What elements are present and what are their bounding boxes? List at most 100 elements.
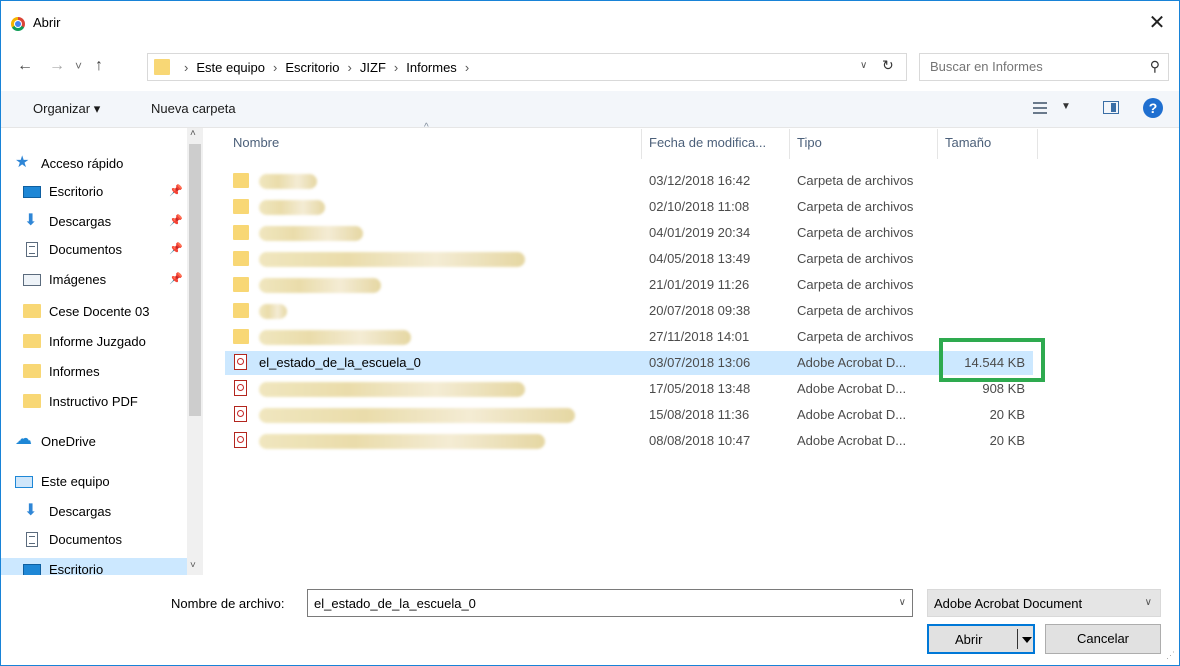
breadcrumb-separator[interactable]: ›	[348, 60, 352, 75]
sidebar-item-escritorio[interactable]: Escritorio	[23, 180, 187, 202]
breadcrumb-separator[interactable]: ›	[465, 60, 469, 75]
folder-icon	[23, 334, 41, 348]
breadcrumb-jizf[interactable]: JIZF	[360, 60, 386, 75]
file-row[interactable]: 15/08/2018 11:36 Adobe Acrobat D... 20 KB	[225, 403, 1033, 427]
sidebar-item-pc-escritorio[interactable]: Escritorio	[1, 558, 187, 575]
redacted-filename	[259, 408, 575, 423]
file-row[interactable]: 27/11/2018 14:01 Carpeta de archivos	[225, 325, 1033, 349]
file-name: el_estado_de_la_escuela_0	[259, 355, 421, 370]
sidebar-item-label: Imágenes	[49, 271, 107, 287]
file-date: 15/08/2018 11:36	[649, 407, 750, 422]
folder-icon	[154, 59, 170, 75]
filename-dropdown-icon[interactable]: ∨	[899, 597, 906, 608]
breadcrumb-separator[interactable]: ›	[184, 60, 188, 75]
sidebar-item-quick-access[interactable]: Acceso rápido	[15, 152, 201, 174]
redacted-filename	[259, 382, 525, 397]
file-row[interactable]: el_estado_de_la_escuela_0 03/07/2018 13:0…	[225, 351, 1033, 375]
search-icon[interactable]: ⚲	[1150, 58, 1160, 75]
filename-value[interactable]: el_estado_de_la_escuela_0	[314, 596, 476, 611]
sidebar-item-cese-docente[interactable]: Cese Docente 03	[23, 300, 187, 322]
sidebar-item-label: Acceso rápido	[41, 155, 124, 171]
column-divider[interactable]	[789, 129, 790, 159]
view-options-icon[interactable]	[1033, 101, 1047, 115]
desktop-icon	[23, 564, 41, 575]
column-header-date[interactable]: Fecha de modifica...	[649, 135, 766, 150]
breadcrumb-informes[interactable]: Informes	[406, 60, 457, 75]
pin-icon: 📌	[169, 243, 183, 255]
sidebar-item-pc-descargas[interactable]: Descargas	[23, 500, 187, 522]
view-dropdown-icon[interactable]: ▼	[1061, 101, 1071, 112]
breadcrumb-separator[interactable]: ›	[394, 60, 398, 75]
filename-input[interactable]: el_estado_de_la_escuela_0 ∨	[307, 589, 913, 617]
column-divider[interactable]	[937, 129, 938, 159]
file-size: 20 KB	[989, 407, 1025, 422]
cancel-button[interactable]: Cancelar	[1045, 624, 1161, 654]
sidebar-item-documentos[interactable]: Documentos	[23, 238, 173, 260]
breadcrumb-separator[interactable]: ›	[273, 60, 277, 75]
sidebar-item-informe-juzgado[interactable]: Informe Juzgado	[23, 330, 187, 352]
address-dropdown-icon[interactable]: ∨	[860, 60, 867, 71]
file-row[interactable]: 17/05/2018 13:48 Adobe Acrobat D... 908 KB	[225, 377, 1033, 401]
preview-pane-icon[interactable]	[1103, 101, 1119, 114]
sidebar-item-label: Informes	[49, 363, 100, 379]
column-header-type[interactable]: Tipo	[797, 135, 822, 150]
navigation-scrollbar[interactable]: ˄ ˅	[187, 128, 203, 575]
open-button-label: Abrir	[955, 632, 983, 647]
breadcrumb-escritorio[interactable]: Escritorio	[285, 60, 339, 75]
sidebar-item-este-equipo[interactable]: Este equipo	[15, 470, 201, 492]
file-row[interactable]: 04/01/2019 20:34 Carpeta de archivos	[225, 221, 1033, 245]
open-file-dialog: Abrir ✕ ← → ˅ ↑ › Este equipo › Escritor…	[0, 0, 1180, 666]
back-button[interactable]: ←	[17, 57, 33, 75]
search-box[interactable]: ⚲	[919, 53, 1169, 81]
sidebar-item-pc-documentos[interactable]: Documentos	[23, 528, 187, 550]
resize-grip-icon[interactable]: ⋰	[1166, 650, 1175, 661]
file-date: 03/12/2018 16:42	[649, 173, 751, 188]
scroll-down-icon[interactable]: ˅	[190, 560, 196, 571]
up-button[interactable]: ↑	[95, 57, 103, 75]
sidebar-item-imagenes[interactable]: Imágenes	[23, 268, 187, 290]
open-button[interactable]: Abrir	[927, 624, 1035, 654]
file-row[interactable]: 04/05/2018 13:49 Carpeta de archivos	[225, 247, 1033, 271]
title-bar: Abrir ✕	[1, 1, 1179, 47]
file-row[interactable]: 08/08/2018 10:47 Adobe Acrobat D... 20 KB	[225, 429, 1033, 453]
organize-menu[interactable]: Organizar ▾	[33, 101, 100, 117]
scroll-up-icon[interactable]: ˄	[190, 128, 196, 139]
sidebar-item-instructivo-pdf[interactable]: Instructivo PDF	[23, 390, 187, 412]
file-type: Carpeta de archivos	[797, 199, 914, 214]
file-row[interactable]: 21/01/2019 11:26 Carpeta de archivos	[225, 273, 1033, 297]
file-type-dropdown-icon[interactable]: ∨	[1145, 597, 1152, 608]
file-row[interactable]: 02/10/2018 11:08 Carpeta de archivos	[225, 195, 1033, 219]
address-bar[interactable]: › Este equipo › Escritorio › JIZF › Info…	[147, 53, 907, 81]
file-type: Adobe Acrobat D...	[797, 407, 907, 422]
help-icon[interactable]: ?	[1143, 98, 1163, 118]
file-size: 20 KB	[989, 433, 1025, 448]
column-header-size[interactable]: Tamaño	[945, 135, 991, 150]
sidebar-item-onedrive[interactable]: OneDrive	[15, 429, 201, 452]
close-button[interactable]: ✕	[1145, 11, 1169, 35]
forward-button[interactable]: →	[49, 57, 65, 75]
star-icon	[15, 152, 33, 172]
folder-icon	[233, 225, 249, 240]
scrollbar-thumb[interactable]	[189, 144, 201, 416]
sidebar-item-label: OneDrive	[41, 433, 96, 449]
sidebar-item-informes[interactable]: Informes	[23, 360, 187, 382]
refresh-icon[interactable]: ↻	[882, 57, 894, 74]
recent-locations-button[interactable]: ˅	[75, 59, 82, 73]
redacted-filename	[259, 434, 545, 449]
new-folder-button[interactable]: Nueva carpeta	[151, 101, 236, 116]
folder-icon	[233, 329, 249, 344]
search-input[interactable]	[928, 58, 1132, 75]
file-date: 27/11/2018 14:01	[649, 329, 750, 344]
file-row[interactable]: 20/07/2018 09:38 Carpeta de archivos	[225, 299, 1033, 323]
open-split-dropdown-icon[interactable]	[1017, 629, 1034, 649]
file-type: Carpeta de archivos	[797, 225, 914, 240]
pin-icon: 📌	[169, 215, 183, 227]
file-type-select[interactable]: Adobe Acrobat Document ∨	[927, 589, 1161, 617]
column-divider[interactable]	[1037, 129, 1038, 159]
column-header-name[interactable]: Nombre	[233, 135, 279, 150]
sidebar-item-descargas[interactable]: Descargas	[23, 210, 187, 232]
file-row[interactable]: 03/12/2018 16:42 Carpeta de archivos	[225, 169, 1033, 193]
column-divider[interactable]	[641, 129, 642, 159]
breadcrumb-este-equipo[interactable]: Este equipo	[196, 60, 265, 75]
window-title: Abrir	[33, 15, 61, 30]
